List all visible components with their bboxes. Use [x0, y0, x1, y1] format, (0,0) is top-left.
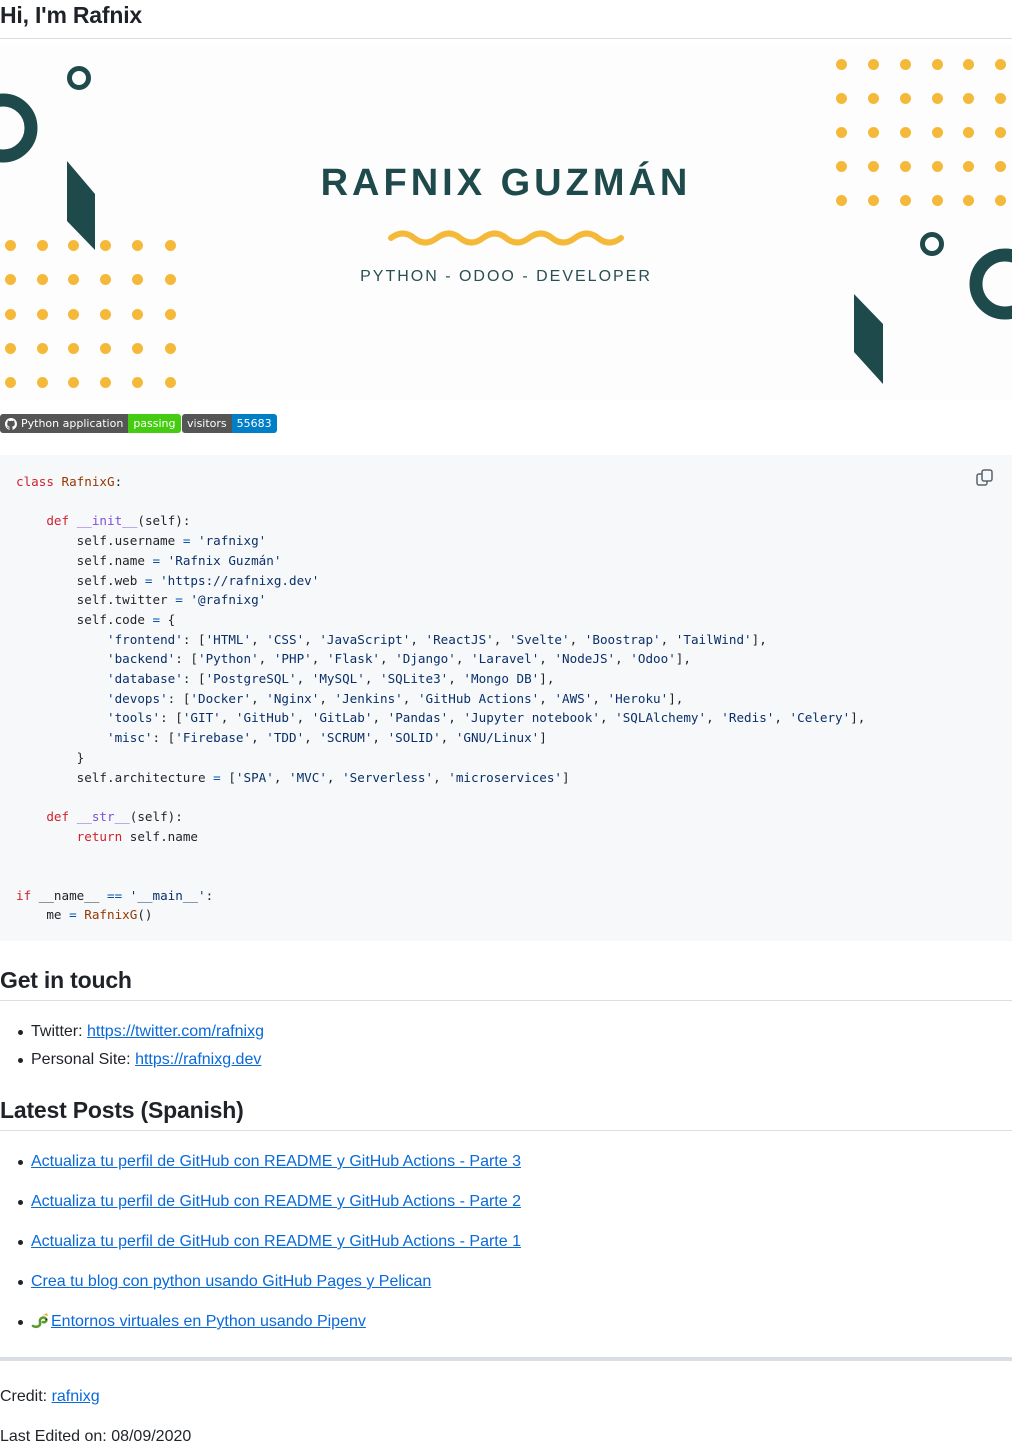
- post-link-label: Entornos virtuales en Python usando Pipe…: [51, 1313, 366, 1330]
- decorative-dot: [836, 93, 847, 104]
- list-item: Crea tu blog con python usando GitHub Pa…: [0, 1271, 521, 1311]
- post-link-with-icon[interactable]: Entornos virtuales en Python usando Pipe…: [31, 1313, 366, 1330]
- parallelogram-shape: [854, 294, 883, 384]
- decorative-dot: [5, 377, 16, 388]
- visitors-badge-count: 55683: [231, 414, 277, 433]
- decorative-dot: [995, 93, 1006, 104]
- decorative-dot: [836, 59, 847, 70]
- banner-name: RAFNIX GUZMÁN: [320, 162, 692, 204]
- list-item: Entornos virtuales en Python usando Pipe…: [0, 1311, 521, 1351]
- contact-item-site: Personal Site: https://rafnixg.dev: [0, 1049, 264, 1077]
- decorative-dot: [37, 240, 48, 251]
- wave-divider: [388, 230, 624, 246]
- horizontal-rule: [0, 1357, 1012, 1361]
- code-content: class RafnixG: def __init__(self): self.…: [16, 474, 866, 923]
- workflow-badge-label: Python application: [21, 417, 124, 430]
- visitors-badge[interactable]: visitors 55683: [182, 414, 277, 433]
- decorative-dot: [932, 93, 943, 104]
- personal-site-link[interactable]: https://rafnixg.dev: [135, 1051, 261, 1068]
- decorative-dot: [132, 309, 143, 320]
- decorative-dot: [165, 377, 176, 388]
- list-item: Actualiza tu perfil de GitHub con README…: [0, 1191, 521, 1231]
- workflow-status-badge[interactable]: Python application passing: [0, 414, 181, 433]
- twitter-link[interactable]: https://twitter.com/rafnixg: [87, 1023, 264, 1040]
- decorative-dot: [5, 309, 16, 320]
- decorative-dot: [100, 240, 111, 251]
- large-ring-shape: [0, 93, 38, 163]
- decorative-dot: [932, 59, 943, 70]
- decorative-dot: [100, 343, 111, 354]
- contact-label: Personal Site:: [31, 1051, 136, 1068]
- list-item: Actualiza tu perfil de GitHub con README…: [0, 1151, 521, 1191]
- last-edited-text: Last Edited on: 08/09/2020: [0, 1428, 192, 1445]
- contact-label: Twitter:: [31, 1023, 88, 1040]
- credit-line: Credit: rafnixg: [0, 1388, 100, 1406]
- small-ring-shape: [920, 232, 944, 256]
- decorative-dot: [68, 343, 79, 354]
- credit-label: Credit:: [0, 1388, 52, 1405]
- decorative-dot: [5, 343, 16, 354]
- decorative-dot: [100, 309, 111, 320]
- decorative-dot: [68, 377, 79, 388]
- post-link[interactable]: Actualiza tu perfil de GitHub con README…: [31, 1153, 521, 1170]
- decorative-dot: [932, 127, 943, 138]
- decorative-dot: [868, 59, 879, 70]
- workflow-badge-status: passing: [128, 414, 181, 433]
- decorative-dot: [5, 240, 16, 251]
- code-block: class RafnixG: def __init__(self): self.…: [0, 455, 1012, 941]
- decorative-dot: [995, 59, 1006, 70]
- small-ring-shape: [67, 66, 91, 90]
- decorative-dot: [100, 377, 111, 388]
- decorative-dot: [37, 309, 48, 320]
- decorative-dot: [165, 309, 176, 320]
- decorative-dot: [165, 343, 176, 354]
- decorative-dot: [68, 240, 79, 251]
- decorative-dot: [900, 59, 911, 70]
- post-link[interactable]: Actualiza tu perfil de GitHub con README…: [31, 1233, 521, 1250]
- decorative-dot: [900, 127, 911, 138]
- decorative-dot: [836, 127, 847, 138]
- banner-decoration: [0, 66, 1012, 384]
- decorative-dot: [132, 343, 143, 354]
- decorative-dot: [963, 93, 974, 104]
- snake-icon: [31, 1313, 48, 1329]
- copy-icon[interactable]: [974, 467, 996, 489]
- decorative-dot: [165, 240, 176, 251]
- github-icon: [5, 417, 17, 430]
- decorative-dot: [132, 377, 143, 388]
- list-item: Actualiza tu perfil de GitHub con README…: [0, 1231, 521, 1271]
- post-link[interactable]: Crea tu blog con python usando GitHub Pa…: [31, 1273, 431, 1290]
- contact-list: Twitter: https://twitter.com/rafnixg Per…: [0, 1021, 264, 1077]
- decorative-dot: [868, 127, 879, 138]
- credit-link[interactable]: rafnixg: [52, 1388, 100, 1405]
- post-link[interactable]: Actualiza tu perfil de GitHub con README…: [31, 1193, 521, 1210]
- contact-heading: Get in touch: [0, 965, 1012, 1001]
- decorative-dot: [963, 127, 974, 138]
- contact-item-twitter: Twitter: https://twitter.com/rafnixg: [0, 1021, 264, 1049]
- decorative-dot: [132, 240, 143, 251]
- decorative-dot: [900, 93, 911, 104]
- posts-heading: Latest Posts (Spanish): [0, 1095, 1012, 1131]
- decorative-dot: [68, 309, 79, 320]
- page-title: Hi, I'm Rafnix: [0, 0, 1012, 39]
- decorative-dot: [37, 343, 48, 354]
- decorative-dot: [868, 93, 879, 104]
- visitors-badge-label: visitors: [182, 414, 232, 433]
- decorative-dot: [37, 377, 48, 388]
- decorative-dot: [995, 127, 1006, 138]
- banner-subtitle: PYTHON - ODOO - DEVELOPER: [360, 268, 652, 285]
- decorative-dot: [963, 59, 974, 70]
- posts-list: Actualiza tu perfil de GitHub con README…: [0, 1151, 521, 1351]
- profile-banner: RAFNIX GUZMÁN PYTHON - ODOO - DEVELOPER: [0, 44, 1012, 400]
